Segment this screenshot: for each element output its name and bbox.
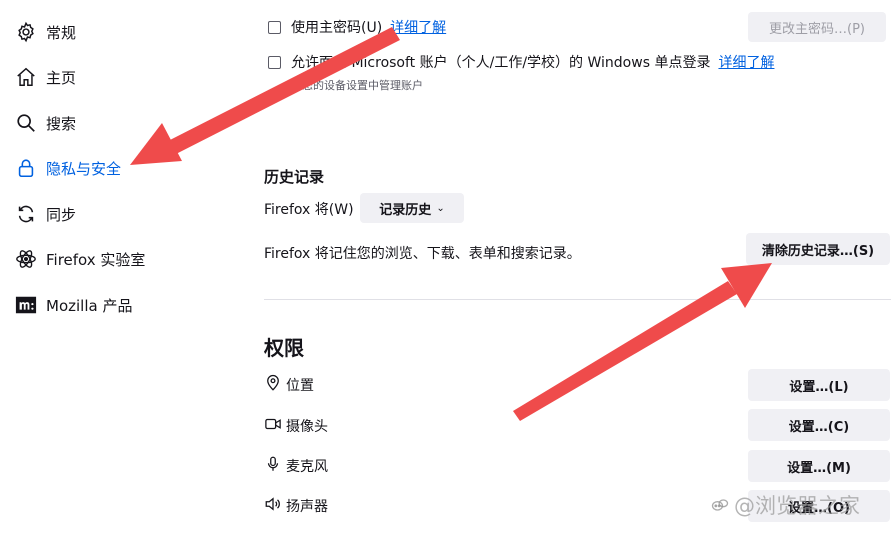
- camera-icon: [264, 415, 286, 437]
- windows-sso-label: 允许面向 Microsoft 账户（个人/工作/学校）的 Windows 单点登…: [291, 55, 711, 71]
- lock-icon: [14, 156, 38, 180]
- windows-sso-note: 在您的设备设置中管理账户: [291, 79, 423, 92]
- permission-label: 摄像头: [286, 419, 328, 435]
- permission-microphone: 麦克风: [264, 455, 328, 477]
- history-description: Firefox 将记住您的浏览、下载、表单和搜索记录。: [264, 246, 581, 262]
- history-heading: 历史记录: [264, 168, 325, 186]
- windows-sso-learn-more-link[interactable]: 详细了解: [718, 52, 774, 72]
- watermark-text: @浏览器之家: [734, 494, 860, 518]
- camera-settings-button[interactable]: 设置…(C): [748, 409, 890, 441]
- sidebar-item-search[interactable]: 搜索: [14, 108, 234, 138]
- permission-camera: 摄像头: [264, 415, 328, 437]
- history-mode-value: 记录历史: [379, 202, 432, 218]
- sync-icon: [14, 202, 38, 226]
- sidebar-item-sync[interactable]: 同步: [14, 199, 234, 229]
- primary-password-checkbox[interactable]: [268, 20, 281, 34]
- sidebar-item-label: Mozilla 产品: [46, 296, 133, 315]
- history-mode-label: Firefox 将(W): [264, 202, 354, 218]
- windows-sso-checkbox[interactable]: [268, 55, 281, 69]
- watermark-logo-icon: [710, 495, 730, 515]
- microphone-settings-button[interactable]: 设置…(M): [748, 450, 890, 482]
- gear-icon: [14, 20, 38, 44]
- primary-password-row: 使用主密码(U) 详细了解: [268, 18, 446, 36]
- sidebar-item-label: 同步: [46, 205, 77, 224]
- permission-location: 位置: [264, 374, 314, 396]
- location-pin-icon: [264, 374, 286, 396]
- permission-label: 位置: [286, 378, 314, 394]
- labs-icon: [14, 247, 38, 271]
- mozilla-icon: [14, 293, 38, 317]
- sidebar-item-label: Firefox 实验室: [46, 250, 146, 269]
- speaker-icon: [264, 495, 286, 517]
- sidebar-item-firefox-labs[interactable]: Firefox 实验室: [14, 244, 234, 274]
- settings-content: 使用主密码(U) 详细了解 更改主密码…(P) 允许面向 Microsoft 账…: [264, 0, 891, 535]
- permissions-heading: 权限: [264, 336, 304, 360]
- sidebar-item-general[interactable]: 常规: [14, 17, 234, 47]
- microphone-icon: [264, 455, 286, 477]
- permission-label: 麦克风: [286, 459, 328, 475]
- search-icon: [14, 111, 38, 135]
- home-icon: [14, 65, 38, 89]
- chevron-down-icon: ⌄: [436, 202, 445, 214]
- sidebar-item-home[interactable]: 主页: [14, 62, 234, 92]
- sidebar-item-label: 搜索: [46, 114, 77, 133]
- sidebar-item-label: 常规: [46, 23, 77, 42]
- sidebar-item-label: 隐私与安全: [46, 159, 122, 178]
- history-mode-select[interactable]: 记录历史 ⌄: [360, 193, 464, 223]
- sidebar-item-privacy-security[interactable]: 隐私与安全: [14, 153, 234, 183]
- permission-speaker: 扬声器: [264, 495, 328, 517]
- watermark: @浏览器之家: [710, 490, 860, 520]
- section-divider: [264, 299, 891, 300]
- sidebar-item-label: 主页: [46, 68, 77, 87]
- sidebar: 常规 主页 搜索 隐私与安全 同步 Firefox 实验室 Mozilla 产品: [0, 0, 240, 535]
- clear-history-button[interactable]: 清除历史记录…(S): [746, 233, 890, 265]
- location-settings-button[interactable]: 设置…(L): [748, 369, 890, 401]
- primary-password-learn-more-link[interactable]: 详细了解: [390, 17, 446, 37]
- windows-sso-row: 允许面向 Microsoft 账户（个人/工作/学校）的 Windows 单点登…: [268, 53, 774, 71]
- primary-password-label: 使用主密码(U): [291, 20, 383, 36]
- history-mode-row: Firefox 将(W): [264, 200, 354, 218]
- permission-label: 扬声器: [286, 499, 328, 515]
- sidebar-item-mozilla-products[interactable]: Mozilla 产品: [14, 290, 234, 320]
- change-primary-password-button[interactable]: 更改主密码…(P): [748, 12, 886, 42]
